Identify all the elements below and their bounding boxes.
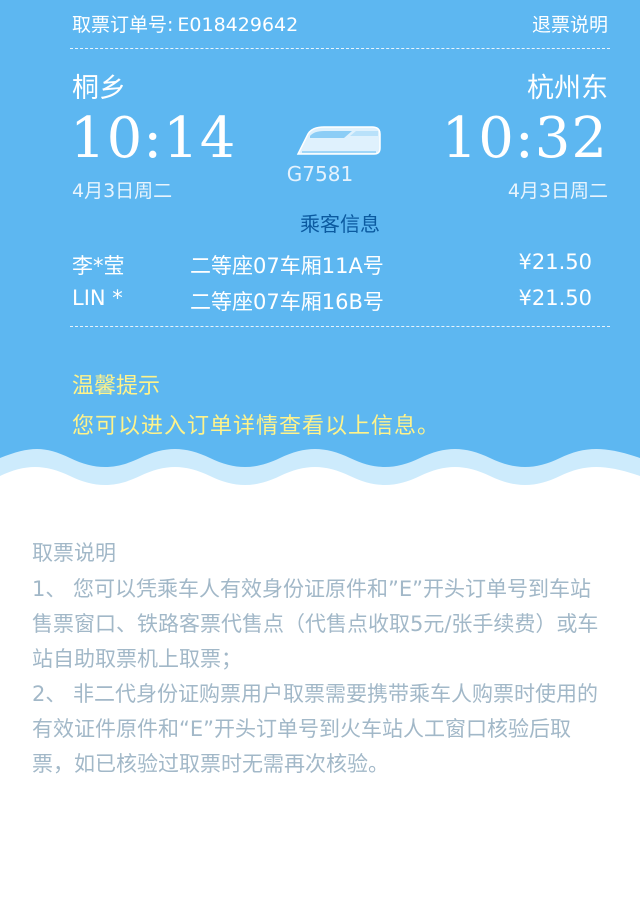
divider [70, 326, 610, 327]
arrival-station: 杭州东 [527, 73, 608, 104]
train-icon [296, 126, 381, 155]
pickup-instructions-title: 取票说明 [32, 541, 116, 565]
passenger-name: 李*莹 [72, 254, 125, 278]
passenger-price: ¥21.50 [518, 286, 592, 310]
instruction-item: 1、 您可以凭乘车人有效身份证原件和”E”开头订单号到车站售票窗口、铁路客票代售… [32, 577, 599, 671]
ticket-card: 取票订单号: E018429642 退票说明 桐乡 杭州东 10:14 10:32… [0, 0, 640, 470]
departure-station: 桐乡 [72, 73, 126, 104]
pickup-instructions: 取票说明 1、 您可以凭乘车人有效身份证原件和”E”开头订单号到车站售票窗口、铁… [32, 538, 612, 782]
refund-instructions-link[interactable]: 退票说明 [532, 10, 608, 37]
divider [70, 48, 610, 49]
instruction-item: 2、 非二代身份证购票用户取票需要携带乘车人购票时使用的有效证件原件和“E”开头… [32, 682, 599, 776]
passenger-seat: 二等座07车厢11A号 [190, 254, 384, 278]
passenger-name: LIN * [72, 286, 123, 310]
wave-decoration [0, 449, 640, 510]
tip-title: 温馨提示 [72, 374, 161, 399]
passenger-row: 李*莹 二等座07车厢11A号 ¥21.50 [0, 250, 640, 280]
tip-text: 您可以进入订单详情查看以上信息。 [72, 414, 441, 439]
order-number-line: 取票订单号: E018429642 [72, 10, 298, 37]
train-number: G7581 [286, 162, 354, 186]
passenger-seat: 二等座07车厢16B号 [190, 290, 384, 314]
order-number-label: 取票订单号: [72, 14, 174, 36]
passenger-price: ¥21.50 [518, 250, 592, 274]
passenger-info-title: 乘客信息 [300, 212, 380, 236]
passenger-row: LIN * 二等座07车厢16B号 ¥21.50 [0, 286, 640, 316]
order-number-value: E018429642 [177, 14, 299, 36]
